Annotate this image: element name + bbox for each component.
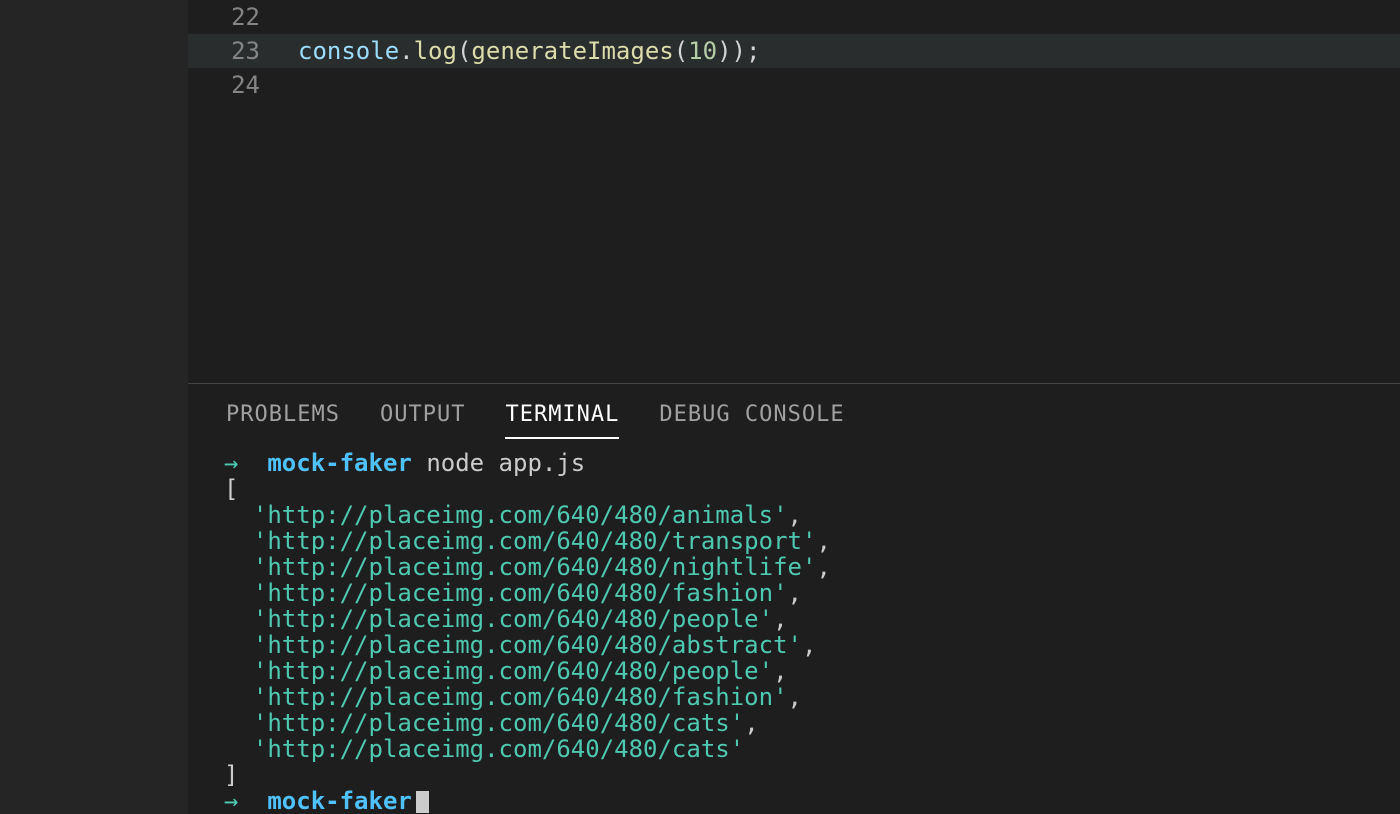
terminal-comma: , [802,631,816,659]
line-number: 22 [188,0,288,34]
terminal-comma: , [788,579,802,607]
code-line: 22 [188,0,1400,34]
terminal-output-line: 'http://placeimg.com/640/480/fashion', [224,580,1364,606]
token-paren: ) [717,37,731,65]
terminal-string: 'http://placeimg.com/640/480/fashion' [253,683,788,711]
terminal-string: 'http://placeimg.com/640/480/cats' [253,709,744,737]
tab-terminal[interactable]: TERMINAL [505,402,619,439]
terminal-output-line: 'http://placeimg.com/640/480/animals', [224,502,1364,528]
terminal-output-line: 'http://placeimg.com/640/480/abstract', [224,632,1364,658]
terminal-string: 'http://placeimg.com/640/480/cats' [253,735,744,763]
array-open-bracket: [ [224,475,238,503]
terminal[interactable]: → mock-faker node app.js [ 'http://place… [188,444,1400,814]
line-number: 24 [188,68,288,102]
code-line-active: 23 console.log(generateImages(10)); [188,34,1400,68]
token-dot: . [399,37,413,65]
tab-output[interactable]: OUTPUT [380,402,465,437]
terminal-string: 'http://placeimg.com/640/480/animals' [253,501,788,529]
terminal-prompt-line: → mock-faker [224,788,1364,814]
terminal-comma: , [744,709,758,737]
terminal-output-line: 'http://placeimg.com/640/480/people', [224,606,1364,632]
terminal-string: 'http://placeimg.com/640/480/people' [253,657,773,685]
terminal-comma: , [788,683,802,711]
terminal-output-line: ] [224,762,1364,788]
terminal-output-line: 'http://placeimg.com/640/480/transport', [224,528,1364,554]
terminal-string: 'http://placeimg.com/640/480/transport' [253,527,817,555]
terminal-output-line: 'http://placeimg.com/640/480/fashion', [224,684,1364,710]
tab-problems[interactable]: PROBLEMS [226,402,340,437]
terminal-output-line: [ [224,476,1364,502]
prompt-arrow-icon: → [224,449,238,477]
terminal-comma: , [773,657,787,685]
token-function: log [414,37,457,65]
terminal-cursor [416,791,429,813]
terminal-output-line: 'http://placeimg.com/640/480/people', [224,658,1364,684]
terminal-comma: , [773,605,787,633]
line-number: 23 [188,34,288,68]
terminal-comma: , [816,553,830,581]
terminal-string: 'http://placeimg.com/640/480/abstract' [253,631,802,659]
code-editor[interactable]: 22 23 console.log(generateImages(10)); 2… [188,0,1400,383]
main-area: 22 23 console.log(generateImages(10)); 2… [188,0,1400,814]
prompt-cwd: mock-faker [267,449,412,477]
code-line: 24 [188,68,1400,102]
bottom-panel: PROBLEMS OUTPUT TERMINAL DEBUG CONSOLE →… [188,384,1400,814]
code-content[interactable]: console.log(generateImages(10)); [288,34,1400,68]
token-number: 10 [688,37,717,65]
token-variable: console [298,37,399,65]
terminal-comma: , [816,527,830,555]
terminal-output-line: 'http://placeimg.com/640/480/nightlife', [224,554,1364,580]
prompt-command: node app.js [426,449,585,477]
terminal-prompt-line: → mock-faker node app.js [224,450,1364,476]
terminal-output-line: 'http://placeimg.com/640/480/cats' [224,736,1364,762]
token-semicolon: ; [746,37,760,65]
panel-tabs: PROBLEMS OUTPUT TERMINAL DEBUG CONSOLE [188,384,1400,444]
terminal-comma: , [788,501,802,529]
terminal-output-line: 'http://placeimg.com/640/480/cats', [224,710,1364,736]
activity-or-explorer-bar [0,0,188,814]
tab-debug-console[interactable]: DEBUG CONSOLE [659,402,844,437]
terminal-string: 'http://placeimg.com/640/480/nightlife' [253,553,817,581]
prompt-arrow-icon: → [224,787,238,814]
token-function: generateImages [471,37,673,65]
token-paren: ( [457,37,471,65]
token-paren: ) [732,37,746,65]
terminal-string: 'http://placeimg.com/640/480/people' [253,605,773,633]
array-close-bracket: ] [224,761,238,789]
terminal-string: 'http://placeimg.com/640/480/fashion' [253,579,788,607]
prompt-cwd: mock-faker [267,787,412,814]
token-paren: ( [674,37,688,65]
